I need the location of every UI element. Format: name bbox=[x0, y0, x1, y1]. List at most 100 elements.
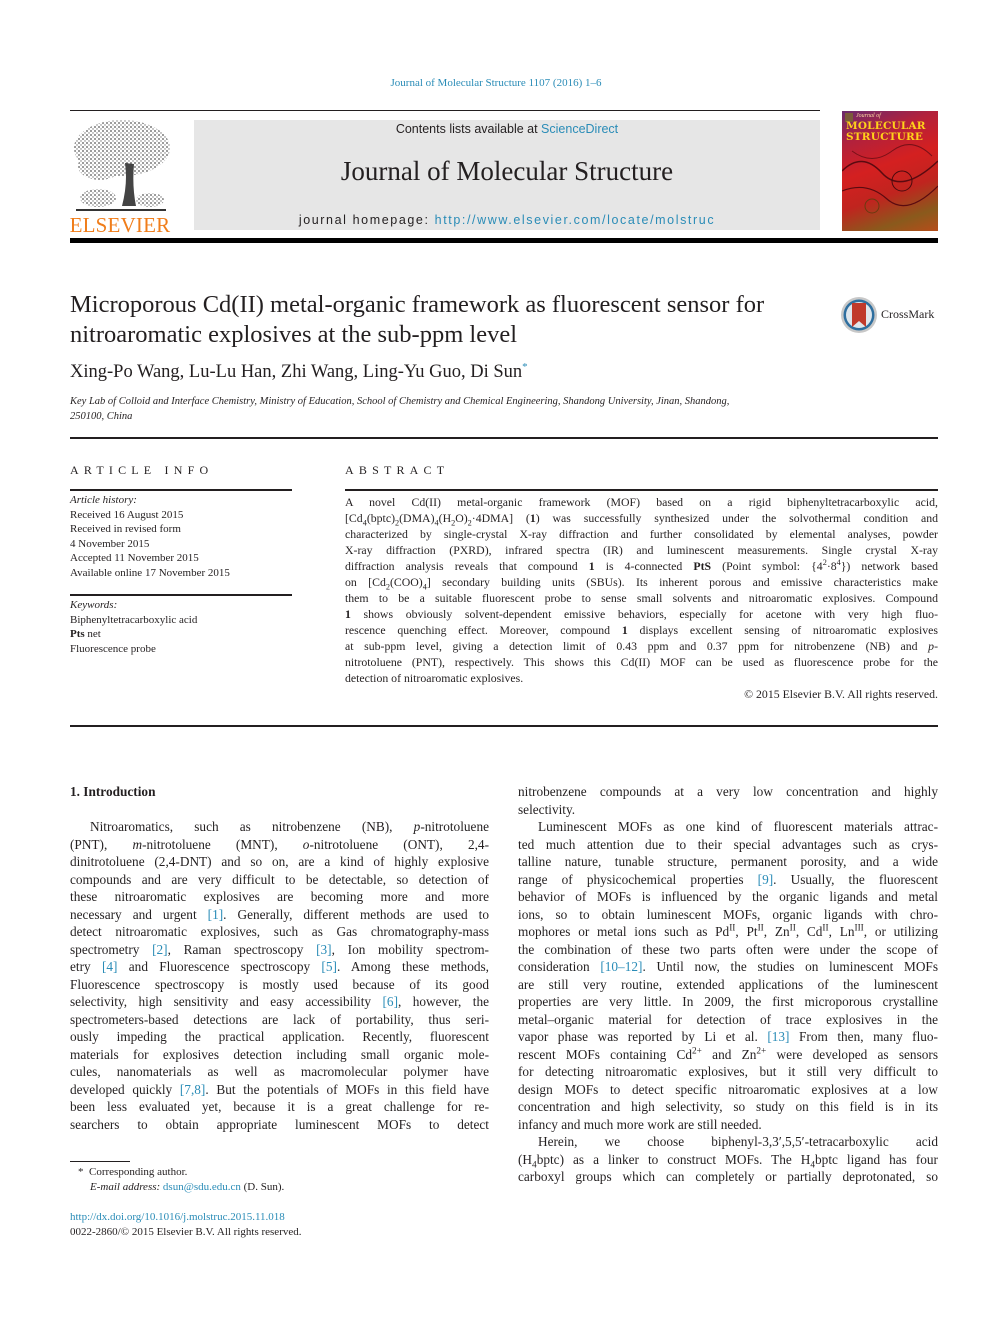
body-line: consideration [10–12]. Until now, the st… bbox=[518, 959, 938, 974]
doi-link[interactable]: http://dx.doi.org/10.1016/j.molstruc.201… bbox=[70, 1211, 285, 1223]
article-history-label: Article history: bbox=[70, 494, 137, 506]
introduction-heading: 1. Introduction bbox=[70, 784, 156, 799]
abstract-line: rescence quenching effect. Moreover, com… bbox=[345, 623, 938, 637]
body-line: been less evaluated yet, because it is a… bbox=[70, 1099, 489, 1114]
abstract-heading: ABSTRACT bbox=[345, 463, 450, 477]
footnote-rule bbox=[70, 1161, 130, 1162]
body-line: properties are very little. In 2009, the… bbox=[518, 994, 938, 1009]
citation-link[interactable]: [10–12] bbox=[600, 959, 642, 974]
body-line: spectrometers-based detections are lack … bbox=[70, 1011, 489, 1027]
citation-link[interactable]: [13] bbox=[767, 1029, 789, 1044]
body-line: talline nature, tunable structure, perma… bbox=[518, 854, 938, 869]
abstract-copyright: © 2015 Elsevier B.V. All rights reserved… bbox=[744, 687, 938, 701]
abstract-rule bbox=[345, 489, 938, 491]
abstract-line: detection of nitroaromatic explosives. bbox=[345, 671, 524, 685]
body-line: (H4bptc) as a linker to construct MOFs. … bbox=[518, 1151, 938, 1171]
body-line: Luminescent MOFs as one kind of fluoresc… bbox=[538, 819, 938, 834]
abstract-line: nitrotoluene (PNT), respectively. This s… bbox=[345, 655, 938, 669]
affiliation: Key Lab of Colloid and Interface Chemist… bbox=[70, 396, 730, 422]
citation-link[interactable]: [2] bbox=[152, 942, 168, 957]
body-line: developed quickly [7,8]. But the potenti… bbox=[70, 1081, 489, 1097]
body-line: ions, so to obtain luminescent MOFs, org… bbox=[518, 906, 938, 922]
body-line: necessary and urgent [1]. Generally, dif… bbox=[70, 906, 489, 922]
crossmark-icon bbox=[841, 297, 877, 333]
body-line: ously impeding the practical application… bbox=[70, 1029, 489, 1044]
body-line: Nitroaromatics, such as nitrobenzene (NB… bbox=[90, 819, 489, 834]
keyword-item: Fluorescence probe bbox=[70, 642, 156, 655]
sciencedirect-link[interactable]: ScienceDirect bbox=[541, 122, 618, 136]
body-line: (PNT), m-nitrotoluene (MNT), o-nitrotolu… bbox=[70, 836, 489, 852]
body-line: rescent MOFs containing Cd2+ and Zn2+ we… bbox=[518, 1046, 938, 1062]
body-line: searchers to obtain appropriate luminesc… bbox=[70, 1116, 489, 1132]
history-online: Available online 17 November 2015 bbox=[70, 566, 230, 579]
body-line: the combination of these two parts often… bbox=[518, 941, 938, 957]
elsevier-tree-icon bbox=[74, 120, 170, 211]
keywords-label: Keywords: bbox=[70, 599, 118, 611]
body-line: selectivity, high sensitivity and easy a… bbox=[70, 994, 489, 1009]
body-line: cules, nanomaterials as well as macromol… bbox=[70, 1064, 489, 1079]
body-line: selectivity. bbox=[518, 801, 576, 817]
body-line: carboxyl groups which can completely or … bbox=[518, 1169, 938, 1184]
history-revised: Received in revised form bbox=[70, 523, 181, 535]
citation-link[interactable]: [9] bbox=[758, 872, 774, 887]
body-line: ted much attention due to their special … bbox=[518, 836, 938, 852]
citation-link[interactable]: [4] bbox=[102, 959, 118, 974]
citation-link[interactable]: [3] bbox=[316, 942, 332, 957]
abstract-line: X-ray diffraction (PXRD), infrared spect… bbox=[345, 543, 938, 557]
body-line: nitrobenzene compounds at a very low con… bbox=[518, 784, 938, 799]
body-line: Fluorescence spectroscopy is mostly used… bbox=[70, 976, 489, 992]
citation-link[interactable]: [5] bbox=[321, 959, 337, 974]
journal-title: Journal of Molecular Structure bbox=[340, 156, 674, 186]
history-received: Received 16 August 2015 bbox=[70, 508, 184, 521]
keyword-item: Biphenyltetracarboxylic acid bbox=[70, 613, 198, 626]
body-line: behavior of MOFs is influenced by the or… bbox=[518, 889, 938, 904]
abstract-line: A novel Cd(II) metal-organic framework (… bbox=[345, 495, 938, 509]
author-list: Xing-Po Wang, Lu-Lu Han, Zhi Wang, Ling-… bbox=[70, 360, 528, 382]
citation-link[interactable]: [7,8] bbox=[180, 1082, 205, 1097]
body-line: dinitrotoluene (2,4-DNT) and so on, are … bbox=[70, 854, 489, 869]
abstract-line: characterized by single-crystal X-ray di… bbox=[345, 527, 938, 541]
abstract-line: diffraction analysis reveals that compou… bbox=[345, 558, 938, 573]
crossmark-button[interactable]: CrossMark bbox=[840, 296, 940, 336]
elsevier-wordmark: ELSEVIER bbox=[69, 213, 171, 237]
history-accepted: Accepted 11 November 2015 bbox=[70, 552, 199, 564]
journal-homepage-link[interactable]: http://www.elsevier.com/locate/molstruc bbox=[435, 213, 716, 227]
email-link[interactable]: dsun@sdu.edu.cn bbox=[163, 1181, 241, 1193]
masthead-top-rule bbox=[70, 110, 820, 111]
journal-cover-image[interactable]: Journal of MOLECULAR STRUCTURE bbox=[842, 111, 938, 231]
elsevier-logo[interactable]: ELSEVIER bbox=[68, 118, 172, 237]
article-info-rule bbox=[70, 489, 292, 491]
article-title: Microporous Cd(II) metal-organic framewo… bbox=[70, 291, 765, 348]
cover-title: MOLECULAR STRUCTURE bbox=[846, 120, 926, 143]
body-line: infancy and much more work are still nee… bbox=[518, 1116, 762, 1132]
corresponding-author-marker[interactable]: * bbox=[522, 361, 528, 373]
abstract-divider bbox=[70, 725, 938, 727]
corresponding-author-note: * Corresponding author. bbox=[78, 1166, 188, 1178]
history-revised-date: 4 November 2015 bbox=[70, 537, 150, 550]
abstract-line: [Cd4(bptc)2(DMA)4(H2O)2·4DMA] (1) was su… bbox=[345, 511, 938, 528]
running-header[interactable]: Journal of Molecular Structure 1107 (201… bbox=[0, 77, 992, 89]
abstract-line: them to be a suitable fluorescent probe … bbox=[345, 591, 938, 605]
body-line: for detecting nitroaromatic explosives, … bbox=[518, 1064, 938, 1079]
citation-link[interactable]: [6] bbox=[383, 994, 399, 1009]
body-line: detect nitroaromatic explosives, such as… bbox=[70, 924, 489, 939]
email-note: E-mail address: dsun@sdu.edu.cn (D. Sun)… bbox=[90, 1181, 285, 1193]
issn-copyright: 0022-2860/© 2015 Elsevier B.V. All right… bbox=[70, 1226, 302, 1238]
citation-link[interactable]: [1] bbox=[208, 907, 224, 922]
body-line: these nitroaromatic explosives are becom… bbox=[70, 889, 489, 904]
body-line: Herein, we choose biphenyl-3,3′,5,5′-tet… bbox=[538, 1134, 938, 1149]
header-divider bbox=[70, 437, 938, 439]
crossmark-label: CrossMark bbox=[881, 307, 935, 321]
body-line: metal–organic material for detection of … bbox=[518, 1011, 938, 1027]
article-info-heading: ARTICLE INFO bbox=[70, 463, 214, 477]
abstract-line: 1 shows obviously solvent-dependent emis… bbox=[345, 607, 938, 621]
abstract-line: on [Cd2(COO)4] secondary building units … bbox=[345, 575, 938, 592]
body-line: range of physicochemical properties [9].… bbox=[518, 871, 939, 887]
keyword-item: Pts net bbox=[70, 628, 101, 640]
body-line: concentration and high selectivity, so s… bbox=[518, 1099, 938, 1114]
journal-masthead: Contents lists available at ScienceDirec… bbox=[194, 120, 820, 230]
cover-script: Journal of bbox=[856, 113, 881, 119]
body-line: design MOFs to detect specific nitroarom… bbox=[518, 1081, 938, 1097]
keywords-rule bbox=[70, 594, 292, 596]
body-line: spectrometry [2], Raman spectroscopy [3]… bbox=[70, 941, 489, 957]
